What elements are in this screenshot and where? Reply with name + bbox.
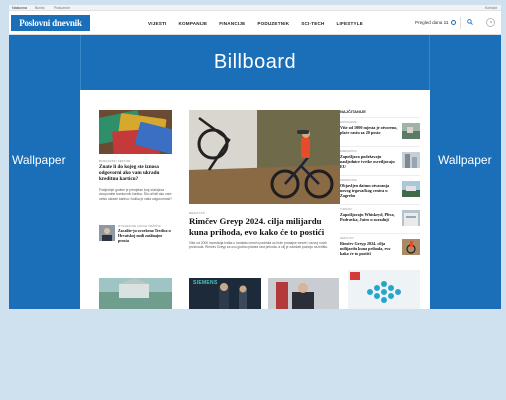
most-read-thumb (402, 152, 420, 168)
main-navbar: Poslovni dnevnik VIJESTI KOMPANIJE FINAN… (9, 11, 501, 35)
menu-item-kompanije[interactable]: KOMPANIJE (179, 21, 208, 26)
most-read-item[interactable]: NEKRETNINE Objavljen datum otvaranja nov… (340, 175, 420, 203)
most-read-thumb (402, 181, 420, 197)
most-read-thumb (402, 210, 420, 226)
most-read-title-text: Zapošljava podržavaju nasljednice tvrtke… (340, 154, 395, 170)
menu-item-vijesti[interactable]: VIJESTI (148, 21, 167, 26)
menu-item-poduzetnik[interactable]: PODUZETNIK (257, 21, 289, 26)
search-icon[interactable] (467, 19, 473, 25)
billboard-label: Billboard (213, 51, 297, 73)
mtb-rider-image[interactable] (189, 110, 340, 204)
wallpaper-left-label[interactable]: Wallpaper (12, 153, 66, 167)
clock-icon (450, 20, 456, 26)
menu-item-financije[interactable]: FINANCIJE (219, 21, 245, 26)
most-read-item[interactable]: ENERGETIKA Zapošljava podržavaju nasljed… (340, 146, 420, 174)
most-read-tag: TURIZAM (340, 208, 352, 211)
card1-tag: BANKARSKI SEKTOR (99, 159, 131, 163)
wallpaper-right-label[interactable]: Wallpaper (438, 153, 492, 167)
most-read-thumb (402, 123, 420, 139)
most-read-title-text: Rimčev Greyp 2024. cilja milijardu kuna … (340, 241, 391, 257)
card1-title[interactable]: Znate li do kojeg ste iznosa odgovorni a… (99, 164, 172, 183)
most-read-item[interactable]: REZULTATI Rimčev Greyp 2024. cilja milij… (340, 233, 420, 261)
billboard-ad[interactable]: Billboard (80, 35, 430, 90)
bottom-thumb-building[interactable] (99, 278, 172, 309)
most-read-title-text: Objavljen datum otvaranja novog trgovačk… (340, 183, 390, 199)
main-excerpt: Više od 2000 investicija tvrtka u hrvats… (189, 241, 329, 250)
menu-item-sci-tech[interactable]: SCI-TECH (301, 21, 324, 26)
most-read-title-text: Zapošljavaju Whiskeyd, Pliva, Podravka, … (340, 212, 395, 223)
credit-cards-image[interactable] (99, 110, 172, 154)
browser-screenshot: Naslovna Biznis Poduzeće Kontakt Poslovn… (9, 5, 501, 309)
most-read-title-text: Više od 1000 mjesta je otvoreno, plaće r… (340, 125, 398, 136)
bottom-ad-graphic[interactable] (348, 270, 420, 309)
card2-title[interactable]: Zacalite-ju ovorkena Tredica u Hrvatskoj… (118, 228, 172, 243)
main-menu: VIJESTI KOMPANIJE FINANCIJE PODUZETNIK S… (148, 11, 363, 35)
user-icon[interactable] (486, 18, 495, 27)
bottom-thumb-person[interactable] (268, 278, 339, 309)
main-title[interactable]: Rimčev Greyp 2024. cilja milijardu kuna … (189, 216, 339, 237)
person-thumb[interactable] (99, 225, 115, 241)
most-read-tag: REZULTATI (340, 237, 354, 240)
bottom-thumb-siemens[interactable]: SIEMENS (189, 278, 261, 309)
pregled-label: Pregled dana (415, 20, 443, 25)
most-read-tag: NEKRETNINE (340, 179, 357, 182)
main-tag: REZULTATI (189, 211, 206, 215)
most-read-tag: ZAPOSLENJE (340, 121, 357, 124)
pregled-count: 11 (443, 20, 449, 25)
most-read-item[interactable]: ZAPOSLENJE Više od 1000 mjesta je otvore… (340, 117, 420, 145)
most-read-tag: ENERGETIKA (340, 150, 357, 153)
content-area: BANKARSKI SEKTOR Znate li do kojeg ste i… (80, 90, 430, 309)
navbar-divider (460, 17, 461, 29)
most-read-title: NAJČITANIJE (340, 109, 366, 114)
most-read-item[interactable]: TURIZAM Zapošljavaju Whiskeyd, Pliva, Po… (340, 204, 420, 232)
card1-excerpt: Posljednje godine je primjetan broj sluč… (99, 188, 172, 201)
site-logo[interactable]: Poslovni dnevnik (11, 15, 90, 31)
menu-item-lifestyle[interactable]: LIFESTYLE (337, 21, 364, 26)
most-read-thumb (402, 239, 420, 255)
pregled-dana-link[interactable]: Pregled dana 11 (415, 20, 456, 26)
